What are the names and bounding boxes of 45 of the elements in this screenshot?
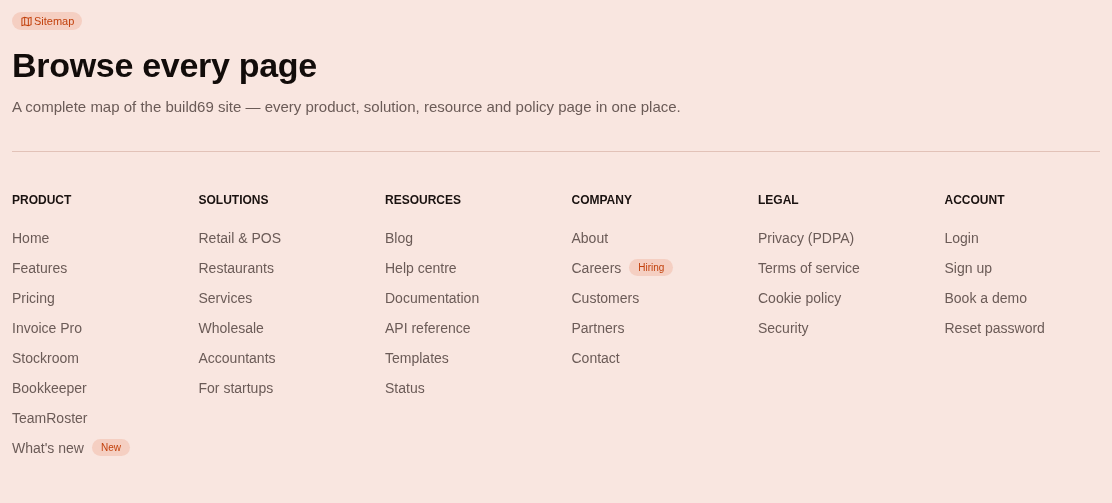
- sitemap-link[interactable]: Customers: [571, 289, 640, 306]
- sitemap-link[interactable]: Stockroom: [12, 349, 79, 366]
- sitemap-link[interactable]: Help centre: [385, 259, 457, 276]
- sitemap-link[interactable]: Documentation: [385, 289, 480, 306]
- sitemap-link[interactable]: Login: [944, 229, 979, 246]
- sitemap-link[interactable]: Home: [12, 229, 50, 246]
- sitemap-link[interactable]: Reset password: [944, 319, 1045, 336]
- column-heading: ACCOUNT: [944, 192, 1006, 209]
- badge-label: Sitemap: [34, 15, 75, 27]
- sitemap-link[interactable]: Careers: [571, 259, 622, 276]
- sitemap-link[interactable]: TeamRoster: [12, 409, 88, 426]
- sitemap-link[interactable]: Invoice Pro: [12, 319, 83, 336]
- sitemap-link[interactable]: Wholesale: [198, 319, 264, 336]
- sitemap-link[interactable]: Bookkeeper: [12, 379, 87, 396]
- page-description: A complete map of the build69 site — every product, solution, resource and policy page in one place.: [12, 96, 682, 117]
- sitemap-link[interactable]: Status: [385, 379, 425, 396]
- sitemap-link[interactable]: Retail & POS: [198, 229, 281, 246]
- sitemap-link[interactable]: For startups: [198, 379, 274, 396]
- sitemap-link[interactable]: Templates: [385, 349, 449, 366]
- tag-label: Hiring: [629, 259, 674, 276]
- sitemap-link[interactable]: Cookie policy: [758, 289, 842, 306]
- sitemap-link[interactable]: Security: [758, 319, 809, 336]
- sitemap-link[interactable]: Accountants: [198, 349, 276, 366]
- sitemap-link[interactable]: What's new: [12, 439, 84, 456]
- sitemap-link[interactable]: Contact: [571, 349, 620, 366]
- sitemap-link[interactable]: Features: [12, 259, 68, 276]
- column-heading: COMPANY: [571, 192, 633, 209]
- column-heading: RESOURCES: [385, 192, 462, 209]
- sitemap-link[interactable]: Pricing: [12, 289, 55, 306]
- sitemap-link[interactable]: Terms of service: [758, 259, 860, 276]
- sitemap-link[interactable]: Blog: [385, 229, 414, 246]
- sitemap-link[interactable]: API reference: [385, 319, 471, 336]
- sitemap-link[interactable]: Restaurants: [198, 259, 274, 276]
- tag-label: New: [91, 439, 130, 456]
- map-icon: [21, 15, 32, 27]
- column-heading: LEGAL: [758, 192, 800, 209]
- sitemap-link[interactable]: Sign up: [944, 259, 992, 276]
- sitemap-link[interactable]: Partners: [571, 319, 625, 336]
- sitemap-link[interactable]: Privacy (PDPA): [758, 229, 855, 246]
- column-heading: SOLUTIONS: [198, 192, 270, 209]
- column-heading: PRODUCT: [12, 192, 73, 209]
- sitemap-link[interactable]: About: [571, 229, 609, 246]
- sitemap-link[interactable]: Services: [198, 289, 253, 306]
- page-title: Browse every page: [12, 44, 318, 86]
- sitemap-link[interactable]: Book a demo: [944, 289, 1027, 306]
